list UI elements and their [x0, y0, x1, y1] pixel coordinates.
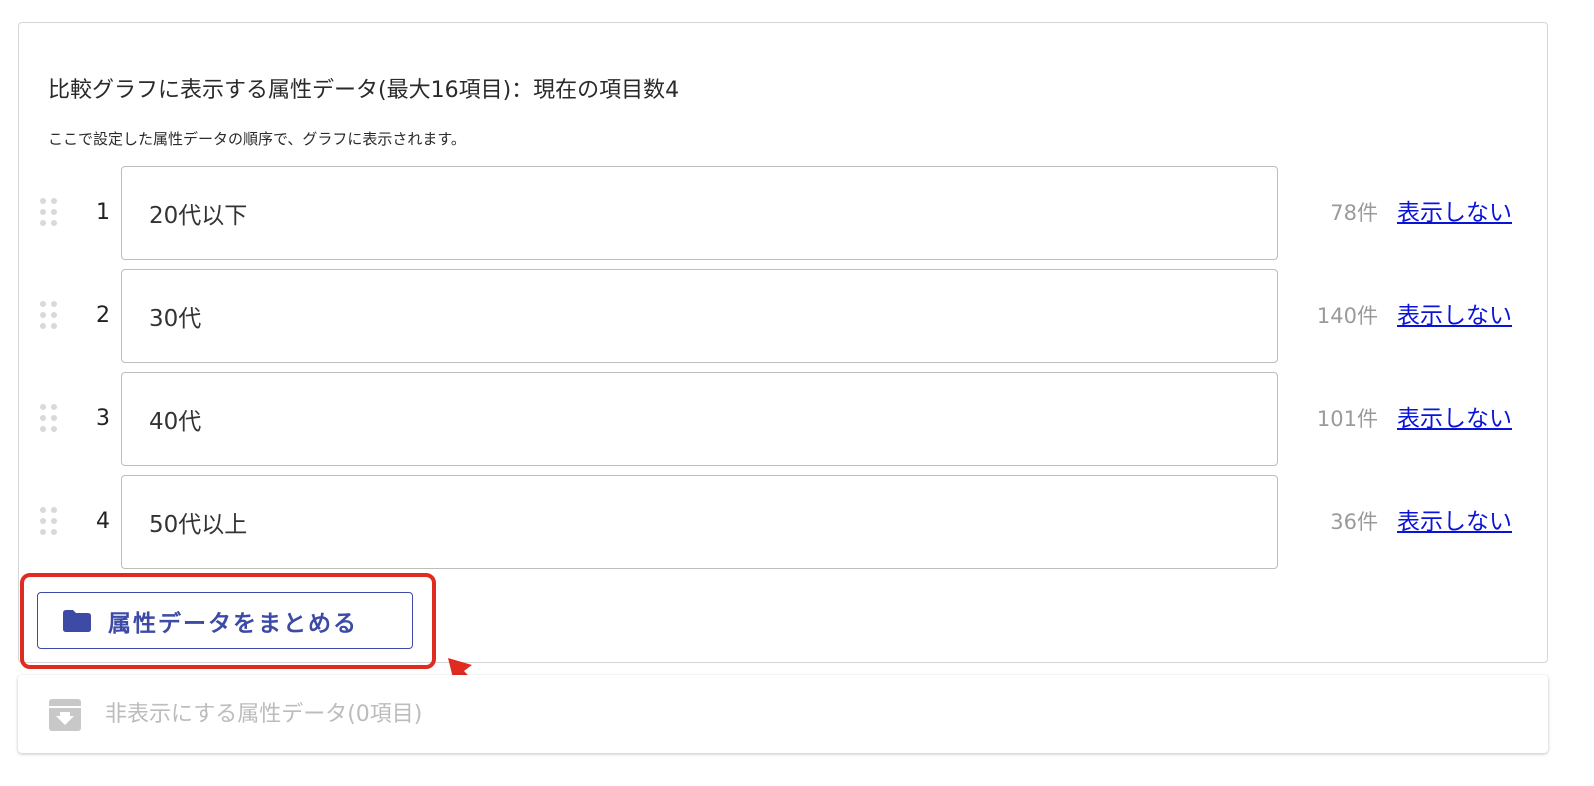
row-count: 140件 [1316, 304, 1378, 328]
archive-icon [49, 699, 81, 731]
folder-icon [63, 609, 91, 632]
hide-link[interactable]: 表示しない [1397, 269, 1512, 363]
attribute-row: 2 140件 表示しない [0, 269, 1594, 363]
row-index: 4 [96, 509, 110, 534]
attribute-row: 3 101件 表示しない [0, 372, 1594, 466]
row-count: 36件 [1330, 510, 1378, 534]
attribute-row: 4 36件 表示しない [0, 475, 1594, 569]
panel-subtitle: ここで設定した属性データの順序で、グラフに表示されます。 [48, 130, 466, 148]
group-attributes-button[interactable]: 属性データをまとめる [37, 592, 413, 649]
attribute-name-input[interactable] [121, 269, 1278, 363]
attribute-name-input[interactable] [121, 372, 1278, 466]
hide-link[interactable]: 表示しない [1397, 475, 1512, 569]
attribute-row: 1 78件 表示しない [0, 166, 1594, 260]
drag-handle-icon[interactable] [40, 404, 60, 434]
drag-handle-icon[interactable] [40, 198, 60, 228]
row-count: 78件 [1330, 201, 1378, 225]
row-index: 1 [96, 200, 110, 225]
hide-link[interactable]: 表示しない [1397, 372, 1512, 466]
row-index: 2 [96, 303, 110, 328]
hidden-section-label: 非表示にする属性データ(0項目) [105, 702, 423, 727]
drag-handle-icon[interactable] [40, 507, 60, 537]
hidden-attributes-section[interactable]: 非表示にする属性データ(0項目) [18, 675, 1548, 753]
row-index: 3 [96, 406, 110, 431]
row-count: 101件 [1316, 407, 1378, 431]
panel-title: 比較グラフに表示する属性データ(最大16項目)：現在の項目数4 [48, 78, 680, 103]
group-button-label: 属性データをまとめる [108, 610, 358, 637]
attribute-name-input[interactable] [121, 166, 1278, 260]
group-button-wrapper: 属性データをまとめる [37, 592, 413, 649]
attribute-name-input[interactable] [121, 475, 1278, 569]
drag-handle-icon[interactable] [40, 301, 60, 331]
hide-link[interactable]: 表示しない [1397, 166, 1512, 260]
